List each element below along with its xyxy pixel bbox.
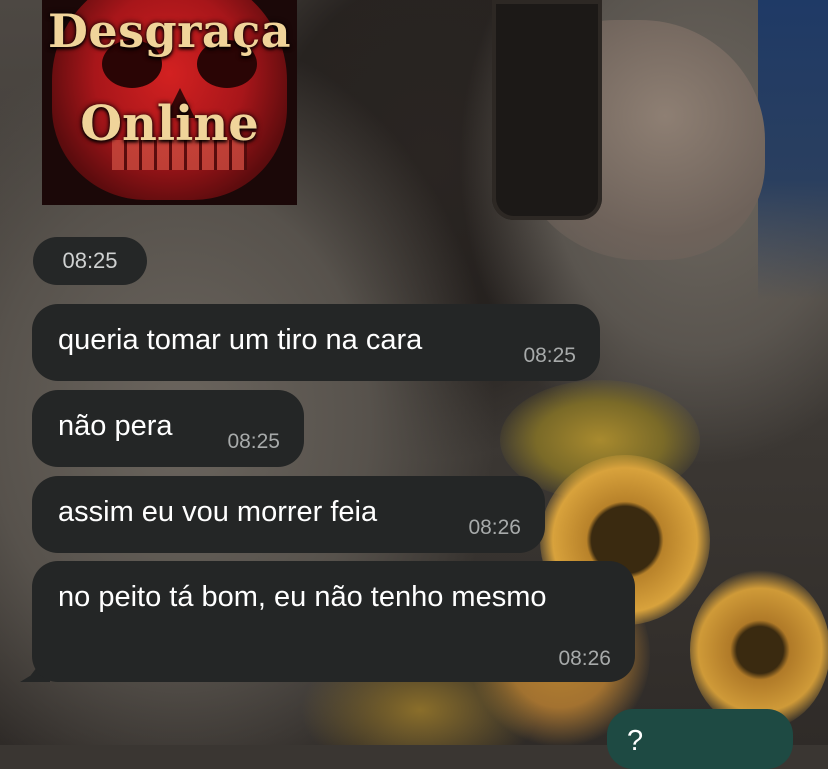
message-text: assim eu vou morrer feia	[58, 496, 378, 528]
image-caption-line1: Desgraça	[47, 4, 292, 58]
message-text: no peito tá bom, eu não tenho mesmo	[58, 581, 547, 613]
incoming-message[interactable]: no peito tá bom, eu não tenho mesmo 08:2…	[32, 561, 635, 682]
incoming-message[interactable]: queria tomar um tiro na cara 08:25	[32, 304, 600, 381]
message-text: não pera	[58, 410, 173, 442]
image-timestamp: 08:25	[33, 237, 147, 285]
message-text: ?	[627, 725, 644, 757]
message-time: 08:26	[468, 516, 521, 539]
message-time: 08:25	[227, 430, 280, 453]
image-caption-line2: Online	[80, 96, 259, 152]
message-time: 08:26	[558, 647, 611, 670]
message-text: queria tomar um tiro na cara	[58, 324, 423, 356]
shared-image-message[interactable]: Desgraça Online	[42, 0, 297, 205]
incoming-message[interactable]: assim eu vou morrer feia 08:26	[32, 476, 545, 553]
message-time: 08:25	[523, 344, 576, 367]
outgoing-message[interactable]: ?	[607, 709, 793, 769]
incoming-message[interactable]: não pera 08:25	[32, 390, 304, 467]
